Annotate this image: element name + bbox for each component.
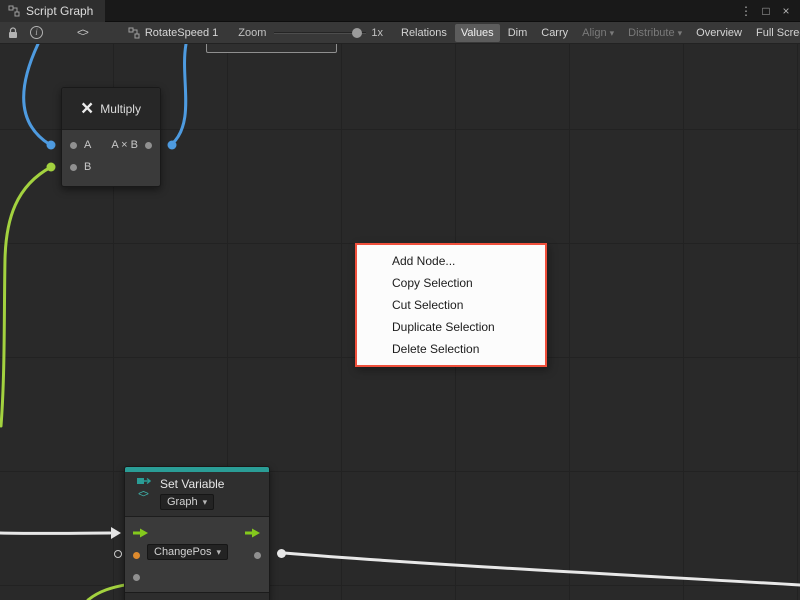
set-variable-icon <box>136 477 151 489</box>
menu-item-copy-selection[interactable]: Copy Selection <box>357 272 545 294</box>
multiply-node-header: × Multiply <box>62 88 160 130</box>
zoom-label: Zoom <box>238 27 266 39</box>
menu-item-cut-selection[interactable]: Cut Selection <box>357 294 545 316</box>
script-graph-icon <box>8 5 20 17</box>
value-wire-endpoint-circle[interactable] <box>277 549 286 558</box>
wire-blue-input <box>24 44 49 144</box>
node-set-variable[interactable]: <> Set Variable Graph ▾ <box>124 466 270 600</box>
port-b-label: B <box>84 161 91 173</box>
graph-toolbar: i <> RotateSpeed 1 Zoom 1x Relations Val… <box>0 22 800 44</box>
set-variable-title: Set Variable <box>160 477 224 491</box>
zoom-value: 1x <box>371 27 383 39</box>
tab-title: Script Graph <box>26 4 93 18</box>
value-port-row: ChangePos ▾ <box>125 544 269 566</box>
code-icon[interactable]: <> <box>77 27 88 39</box>
multiply-node-body: A A × B B <box>62 130 160 186</box>
multiply-icon: × <box>81 98 93 119</box>
value-output-port[interactable] <box>254 552 261 559</box>
port-result-label: A × B <box>111 139 138 151</box>
set-variable-body: ChangePos ▾ <box>125 517 269 588</box>
node-multiply[interactable]: × Multiply A A × B B <box>61 87 161 187</box>
zoom-slider[interactable] <box>274 26 366 40</box>
code-icon: <> <box>138 490 148 500</box>
variable-value-port[interactable] <box>133 552 140 559</box>
port-b-input[interactable] <box>70 164 77 171</box>
wire-endpoint-blue <box>47 141 56 150</box>
chevron-down-icon: ▾ <box>203 497 208 508</box>
context-menu: Add Node... Copy Selection Cut Selection… <box>355 243 547 367</box>
set-variable-header: <> Set Variable Graph ▾ <box>125 472 269 517</box>
graph-breadcrumb[interactable]: RotateSpeed 1 <box>128 27 218 39</box>
values-button[interactable]: Values <box>455 24 500 42</box>
flow-out-arrow-icon[interactable] <box>245 527 261 539</box>
wire-endpoint-green <box>47 163 56 172</box>
wire-endpoint-blue <box>168 141 177 150</box>
flow-port-row <box>125 522 269 544</box>
distribute-button[interactable]: Distribute▾ <box>622 24 688 42</box>
port-result-output[interactable] <box>145 142 152 149</box>
clipped-node[interactable] <box>206 44 337 53</box>
fullscreen-button[interactable]: Full Screen <box>750 24 800 42</box>
maximize-icon[interactable]: □ <box>756 4 776 18</box>
wire-green-left <box>1 167 51 426</box>
close-icon[interactable]: × <box>776 4 796 18</box>
wire-blue-output <box>172 44 186 144</box>
chevron-down-icon: ▾ <box>678 28 683 38</box>
wire-white-value-out <box>284 553 800 585</box>
flow-wire-endpoint-arrow[interactable] <box>111 527 121 539</box>
script-graph-icon <box>128 27 140 39</box>
menu-item-add-node[interactable]: Add Node... <box>357 250 545 272</box>
port-a-input[interactable] <box>70 142 77 149</box>
window-controls: ⋮ □ × <box>736 4 800 18</box>
variable-name-dropdown[interactable]: ChangePos ▾ <box>147 544 228 560</box>
variable-scope-dropdown[interactable]: Graph ▾ <box>160 494 214 510</box>
port-row-b: B <box>62 156 160 178</box>
input-value-port[interactable] <box>133 574 140 581</box>
dim-button[interactable]: Dim <box>502 24 534 42</box>
flow-in-arrow-icon[interactable] <box>133 527 149 539</box>
chevron-down-icon: ▾ <box>217 547 222 558</box>
multiply-node-title: Multiply <box>100 102 141 116</box>
relations-button[interactable]: Relations <box>395 24 453 42</box>
menu-item-duplicate-selection[interactable]: Duplicate Selection <box>357 316 545 338</box>
tab-script-graph[interactable]: Script Graph <box>0 0 105 22</box>
input-port-row <box>125 566 269 588</box>
pane-menu-icon[interactable]: ⋮ <box>736 4 756 18</box>
graph-name-label: RotateSpeed 1 <box>145 27 218 39</box>
port-row-a: A A × B <box>62 134 160 156</box>
align-button[interactable]: Align▾ <box>576 24 620 42</box>
set-variable-footer <box>125 592 269 600</box>
window-titlebar: Script Graph ⋮ □ × <box>0 0 800 22</box>
lock-icon[interactable] <box>6 26 20 40</box>
port-a-label: A <box>84 139 91 151</box>
info-icon[interactable]: i <box>30 26 43 39</box>
menu-item-delete-selection[interactable]: Delete Selection <box>357 338 545 360</box>
unconnected-port-circle[interactable] <box>114 550 122 558</box>
carry-button[interactable]: Carry <box>535 24 574 42</box>
chevron-down-icon: ▾ <box>610 28 615 38</box>
overview-button[interactable]: Overview <box>690 24 748 42</box>
zoom-slider-thumb[interactable] <box>352 28 362 38</box>
